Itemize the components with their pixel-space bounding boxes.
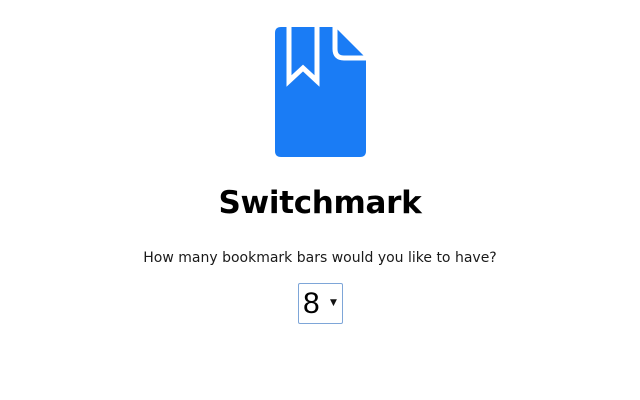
- bar-count-value: 8: [303, 287, 320, 320]
- triangle-down-icon: ▼: [330, 298, 337, 308]
- popup-page: Switchmark How many bookmark bars would …: [0, 0, 640, 400]
- app-title: Switchmark: [218, 185, 422, 221]
- bar-count-select[interactable]: 8 ▼: [298, 283, 343, 324]
- bar-count-question: How many bookmark bars would you like to…: [143, 250, 497, 266]
- bookmark-document-icon: [275, 27, 366, 157]
